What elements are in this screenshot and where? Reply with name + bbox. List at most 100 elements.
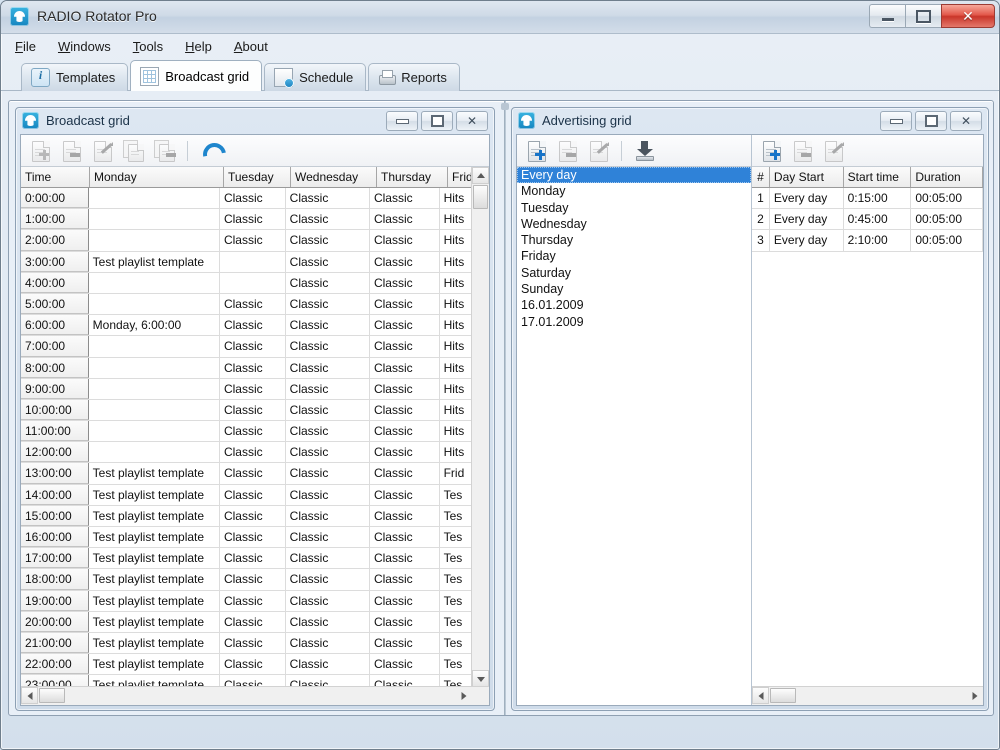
tab-schedule[interactable]: Schedule [264,63,366,91]
schedule-cell[interactable]: Hits [440,358,472,378]
import-button[interactable] [631,138,658,164]
block-cell[interactable]: 00:05:00 [911,188,983,208]
delete-block-button[interactable] [789,138,816,164]
table-row[interactable]: 12:00:00ClassicClassicClassicHits [21,442,472,463]
block-cell[interactable]: Every day [770,209,844,229]
table-row[interactable]: 19:00:00Test playlist templateClassicCla… [21,591,472,612]
schedule-cell[interactable]: Classic [220,654,286,674]
schedule-cell[interactable]: Classic [286,633,370,653]
time-cell[interactable]: 22:00:00 [21,654,89,674]
schedule-cell[interactable]: Classic [286,591,370,611]
resize-grip[interactable] [472,687,489,704]
schedule-cell[interactable] [89,273,220,293]
schedule-cell[interactable]: Classic [220,379,286,399]
schedule-cell[interactable]: Frid [440,463,472,483]
table-row[interactable]: 3:00:00Test playlist templateClassicClas… [21,252,472,273]
schedule-cell[interactable]: Classic [286,485,370,505]
schedule-cell[interactable]: Classic [286,273,370,293]
menu-item-about[interactable]: About [234,39,268,54]
time-cell[interactable]: 10:00:00 [21,400,89,420]
schedule-cell[interactable]: Classic [370,485,440,505]
schedule-cell[interactable]: Classic [370,633,440,653]
schedule-cell[interactable]: Classic [220,358,286,378]
table-row[interactable]: 14:00:00Test playlist template ClassicCla… [21,485,472,506]
time-cell[interactable]: 20:00:00 [21,612,89,632]
edit-block-button[interactable] [820,138,847,164]
time-cell[interactable]: 2:00:00 [21,230,89,250]
schedule-cell[interactable]: Classic [286,654,370,674]
window-minimize-button[interactable] [869,4,905,28]
schedule-cell[interactable] [89,230,220,250]
schedule-cell[interactable]: Classic [220,527,286,547]
table-row[interactable]: 10:00:00ClassicClassicClassicHits [21,400,472,421]
scroll-right-button[interactable] [455,687,472,704]
column-header[interactable]: # [752,167,770,187]
refresh-button[interactable] [197,138,224,164]
schedule-cell[interactable]: Classic [286,252,370,272]
schedule-cell[interactable]: Classic [220,442,286,462]
schedule-cell[interactable]: Test playlist template [89,463,220,483]
column-header[interactable]: Duration [911,167,983,187]
table-row[interactable]: 15:00:00Test playlist templateClassicCla… [21,506,472,527]
schedule-cell[interactable] [220,252,286,272]
schedule-cell[interactable]: Classic [220,612,286,632]
schedule-cell[interactable]: Tes [440,654,472,674]
schedule-cell[interactable]: Hits [440,442,472,462]
table-row[interactable]: 1:00:00ClassicClassicClassicHits [21,209,472,230]
schedule-cell[interactable] [89,379,220,399]
block-cell[interactable]: Every day [770,188,844,208]
schedule-cell[interactable]: Classic [286,548,370,568]
schedule-cell[interactable]: Classic [370,654,440,674]
schedule-cell[interactable]: Hits [440,400,472,420]
list-item[interactable]: Wednesday [517,216,751,232]
schedule-cell[interactable] [89,442,220,462]
table-row[interactable]: 0:00:00ClassicClassicClassicHits [21,188,472,209]
time-cell[interactable]: 15:00:00 [21,506,89,526]
column-header[interactable]: Tuesday [224,167,291,187]
schedule-cell[interactable]: Tes [440,506,472,526]
column-header[interactable]: Wednesday [291,167,377,187]
schedule-cell[interactable]: Classic [286,315,370,335]
scroll-left-button[interactable] [752,687,769,704]
schedule-cell[interactable]: Test playlist template [89,506,220,526]
schedule-cell[interactable]: Hits [440,209,472,229]
edit-advert-button[interactable] [585,138,612,164]
schedule-cell[interactable]: Classic [286,209,370,229]
list-item[interactable]: 17.01.2009 [517,314,751,330]
schedule-cell[interactable]: Tes [440,485,472,505]
schedule-cell[interactable]: Classic [220,400,286,420]
block-cell[interactable]: 0:45:00 [844,209,912,229]
schedule-cell[interactable]: Classic [370,379,440,399]
advertising-minimize-button[interactable] [880,111,912,131]
schedule-cell[interactable]: Tes [440,569,472,589]
broadcast-maximize-button[interactable] [421,111,453,131]
schedule-cell[interactable]: Classic [286,400,370,420]
schedule-cell[interactable]: Classic [370,527,440,547]
schedule-cell[interactable]: Classic [286,358,370,378]
schedule-cell[interactable]: Test playlist template [89,485,220,505]
table-row[interactable]: 16:00:00Test playlist templateClassicCla… [21,527,472,548]
schedule-cell[interactable]: Classic [286,336,370,356]
row-number-cell[interactable]: 1 [752,188,770,208]
block-cell[interactable]: 00:05:00 [911,209,983,229]
schedule-cell[interactable]: Classic [370,336,440,356]
schedule-cell[interactable]: Hits [440,273,472,293]
broadcast-minimize-button[interactable] [386,111,418,131]
schedule-cell[interactable]: Classic [370,315,440,335]
schedule-cell[interactable]: Hits [440,315,472,335]
time-cell[interactable]: 4:00:00 [21,273,89,293]
schedule-cell[interactable]: Classic [220,336,286,356]
schedule-cell[interactable]: Monday, 6:00:00 [89,315,220,335]
time-cell[interactable]: 5:00:00 [21,294,89,314]
schedule-cell[interactable]: Test playlist template [89,569,220,589]
time-cell[interactable]: 11:00:00 [21,421,89,441]
table-row[interactable]: 6:00:00Monday, 6:00:00ClassicClassicClas… [21,315,472,336]
schedule-cell[interactable]: Hits [440,294,472,314]
time-cell[interactable]: 14:00:00 [21,485,89,505]
table-row[interactable]: 20:00:00Test playlist templateClassicCla… [21,612,472,633]
tab-broadcast-grid[interactable]: Broadcast grid [130,60,262,91]
new-advert-button[interactable] [523,138,550,164]
table-row[interactable]: 13:00:00Test playlist templateClassicCla… [21,463,472,484]
table-row[interactable]: 22:00:00Test playlist templateClassicCla… [21,654,472,675]
schedule-cell[interactable]: Classic [370,442,440,462]
